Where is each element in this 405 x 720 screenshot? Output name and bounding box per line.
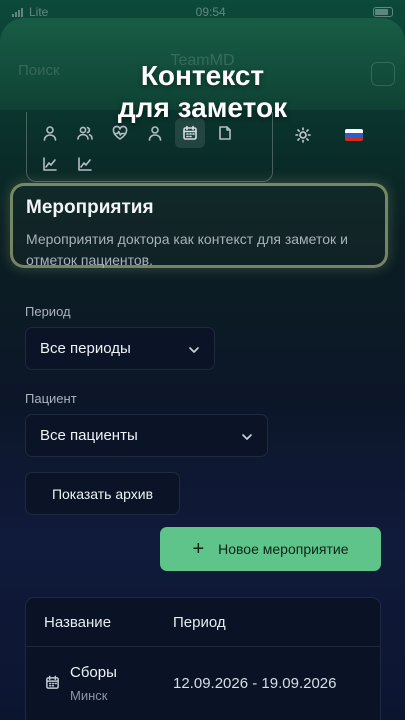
event-period: 12.09.2026 - 19.09.2026 bbox=[173, 675, 337, 692]
user-icon bbox=[43, 126, 57, 141]
period-select[interactable]: Все периоды bbox=[25, 327, 215, 370]
calendar-icon bbox=[183, 125, 197, 140]
table-divider bbox=[26, 646, 380, 647]
nav-users-icon[interactable] bbox=[70, 118, 100, 148]
new-event-button[interactable]: + Новое мероприятие bbox=[160, 527, 381, 571]
period-label: Период bbox=[25, 304, 71, 319]
plus-icon: + bbox=[192, 538, 205, 560]
status-time: 09:54 bbox=[195, 5, 226, 19]
chevron-down-icon bbox=[241, 430, 253, 447]
column-header-name[interactable]: Название bbox=[44, 614, 111, 631]
nav-chart-line-icon-2[interactable] bbox=[70, 149, 100, 179]
show-archive-button[interactable]: Показать архив bbox=[25, 472, 180, 515]
nav-chart-line-icon[interactable] bbox=[35, 149, 65, 179]
column-header-period[interactable]: Период bbox=[173, 614, 226, 631]
period-select-value: Все периоды bbox=[40, 340, 131, 357]
russian-flag-icon[interactable] bbox=[345, 129, 363, 141]
nav-user-icon[interactable] bbox=[35, 118, 65, 148]
document-icon bbox=[219, 126, 231, 140]
chart-line-icon bbox=[78, 157, 92, 171]
section-icon-bar bbox=[26, 112, 273, 182]
patient-label: Пациент bbox=[25, 391, 77, 406]
overlay-caption-line1: Контекст bbox=[140, 60, 265, 91]
page-description: Мероприятия доктора как контекст для зам… bbox=[26, 231, 348, 268]
battery-icon bbox=[372, 7, 393, 17]
status-left: Lite bbox=[12, 5, 48, 19]
chart-line-icon bbox=[43, 157, 57, 171]
flag-stripe-red bbox=[345, 137, 363, 141]
sun-icon bbox=[295, 127, 311, 143]
users-icon bbox=[77, 126, 93, 140]
signal-icon bbox=[12, 7, 23, 17]
event-name[interactable]: Сборы bbox=[70, 664, 117, 681]
nav-calendar-icon[interactable] bbox=[175, 118, 205, 148]
chevron-down-icon bbox=[188, 343, 200, 360]
new-event-label: Новое мероприятие bbox=[218, 541, 349, 557]
theme-toggle-button[interactable] bbox=[289, 122, 317, 148]
events-table: Название Период Сборы Минск 12.09.2026 -… bbox=[25, 597, 381, 720]
calendar-icon bbox=[45, 675, 60, 695]
heart-pulse-icon bbox=[112, 125, 128, 140]
nav-user-group-icon[interactable] bbox=[140, 118, 170, 148]
carrier-label: Lite bbox=[29, 5, 49, 19]
patient-select-value: Все пациенты bbox=[40, 427, 138, 444]
patient-select[interactable]: Все пациенты bbox=[25, 414, 268, 457]
event-location: Минск bbox=[70, 688, 108, 703]
nav-document-icon[interactable] bbox=[210, 118, 240, 148]
page-title: Мероприятия bbox=[26, 197, 154, 218]
user-group-icon bbox=[148, 126, 162, 141]
nav-heart-pulse-icon[interactable] bbox=[105, 118, 135, 148]
